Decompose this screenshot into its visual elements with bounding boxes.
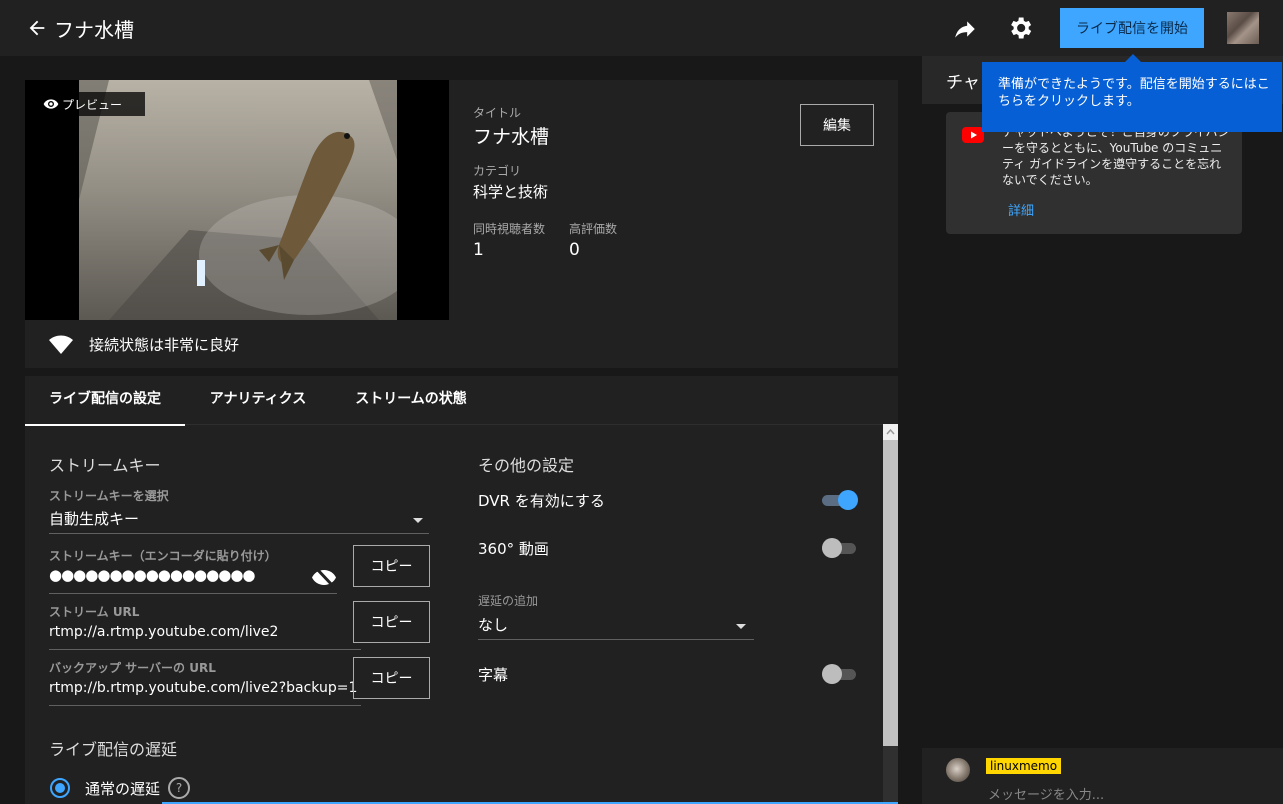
stream-url-value: rtmp://a.rtmp.youtube.com/live2 [49, 624, 279, 640]
viewers-value: 1 [473, 240, 484, 260]
stream-key-field[interactable]: ●●●●●●●●●●●●●●●●● [49, 564, 337, 594]
preview-card: プレビュー タイトル フナ水槽 編集 カテゴリ 科学と技術 同時視聴者数 1 高… [25, 80, 898, 368]
chevron-down-icon [413, 518, 423, 523]
stream-key-value: ●●●●●●●●●●●●●●●●● [49, 566, 256, 584]
video-frame [79, 80, 397, 320]
viewers-label: 同時視聴者数 [473, 222, 546, 236]
visibility-off-icon[interactable] [311, 566, 337, 588]
chat-avatar [946, 758, 970, 782]
stream-key-select-value: 自動生成キー [49, 510, 140, 528]
gear-icon[interactable] [1006, 14, 1034, 42]
page-title: フナ水槽 [54, 18, 134, 42]
stream-key-section-title: ストリームキー [49, 456, 161, 475]
tab-stream-health[interactable]: ストリームの状態 [331, 376, 491, 424]
stream-key-select[interactable]: 自動生成キー [49, 506, 429, 534]
go-live-button[interactable]: ライブ配信を開始 [1060, 8, 1204, 48]
delay-select-value: なし [478, 616, 509, 634]
settings-scrollbar[interactable] [883, 424, 898, 804]
go-live-tooltip: 準備ができたようです。配信を開始するにはこちらをクリックします。 [982, 62, 1282, 132]
backup-url-field[interactable]: rtmp://b.rtmp.youtube.com/live2?backup=1 [49, 678, 361, 706]
latency-option-label: 通常の遅延 [85, 779, 161, 798]
likes-label: 高評価数 [569, 222, 618, 236]
eye-icon [43, 99, 59, 109]
help-icon[interactable]: ? [168, 777, 191, 799]
stream-url-label: ストリーム URL [49, 605, 140, 619]
edit-button[interactable]: 編集 [800, 104, 874, 146]
chat-username-badge: linuxmemo [986, 758, 1062, 774]
category-value: 科学と技術 [473, 183, 549, 201]
settings-card: ライブ配信の設定 アナリティクス ストリームの状態 ストリームキー ストリームキ… [25, 376, 898, 804]
chevron-down-icon [736, 624, 746, 629]
captions-toggle[interactable] [822, 664, 858, 684]
video360-toggle[interactable] [822, 538, 858, 558]
preview-badge: プレビュー [37, 92, 145, 116]
radio-selected-icon [50, 778, 70, 798]
tab-stream-settings[interactable]: ライブ配信の設定 [25, 376, 185, 426]
likes-value: 0 [569, 240, 580, 260]
delay-select[interactable]: なし [478, 612, 754, 640]
chevron-up-icon [886, 428, 895, 435]
captions-label: 字幕 [478, 666, 509, 684]
tooltip-text: 準備ができたようです。配信を開始するにはこちらをクリックします。 [998, 77, 1270, 109]
chat-panel: チャ チャットへようこそ！ご自身のプライバシーを守るとともに、YouTube の… [922, 56, 1283, 804]
copy-stream-key-button[interactable]: コピー [353, 545, 430, 587]
copy-stream-url-button[interactable]: コピー [353, 601, 430, 643]
scroll-up-button[interactable] [883, 424, 898, 440]
latency-section-title: ライブ配信の遅延 [49, 740, 178, 759]
backup-url-value: rtmp://b.rtmp.youtube.com/live2?backup=1 [49, 680, 358, 696]
copy-backup-url-button[interactable]: コピー [353, 657, 430, 699]
share-icon[interactable] [952, 16, 978, 42]
tab-bar: ライブ配信の設定 アナリティクス ストリームの状態 [25, 376, 898, 426]
preview-badge-label: プレビュー [62, 97, 123, 112]
video360-label: 360° 動画 [478, 540, 549, 558]
learn-more-link[interactable]: 詳細 [1008, 200, 1034, 219]
latency-option-normal[interactable]: 通常の遅延 ? [49, 776, 191, 800]
video-preview: プレビュー [25, 80, 449, 320]
back-arrow-icon[interactable] [26, 17, 48, 39]
wifi-icon [49, 335, 73, 354]
fish-image [79, 80, 397, 320]
chat-header-title: チャ [946, 73, 980, 93]
connection-text: 接続状態は非常に良好 [89, 335, 240, 354]
stream-url-field[interactable]: rtmp://a.rtmp.youtube.com/live2 [49, 622, 361, 650]
dvr-label: DVR を有効にする [478, 492, 605, 510]
chat-welcome-text: チャットへようこそ！ご自身のプライバシーを守るとともに、YouTube のコミュ… [1002, 125, 1230, 187]
category-label: カテゴリ [473, 164, 522, 178]
tab-analytics[interactable]: アナリティクス [185, 376, 331, 424]
delay-label: 遅延の追加 [478, 594, 539, 608]
title-label: タイトル [473, 106, 522, 120]
dvr-toggle[interactable] [822, 490, 858, 510]
other-settings-title: その他の設定 [478, 456, 575, 475]
avatar[interactable] [1227, 12, 1259, 44]
chat-message-input[interactable]: メッセージを入力... [988, 784, 1104, 803]
chat-input-area: linuxmemo メッセージを入力... [922, 748, 1283, 804]
youtube-logo-icon [962, 127, 984, 143]
stream-key-label: ストリームキー（エンコーダに貼り付け） [49, 549, 277, 563]
top-bar: フナ水槽 ライブ配信を開始 [0, 0, 1283, 56]
backup-url-label: バックアップ サーバーの URL [49, 661, 216, 675]
connection-status: 接続状態は非常に良好 [25, 320, 898, 368]
scroll-thumb[interactable] [883, 440, 898, 746]
title-value: フナ水槽 [473, 126, 550, 148]
stream-key-select-label: ストリームキーを選択 [49, 489, 169, 503]
